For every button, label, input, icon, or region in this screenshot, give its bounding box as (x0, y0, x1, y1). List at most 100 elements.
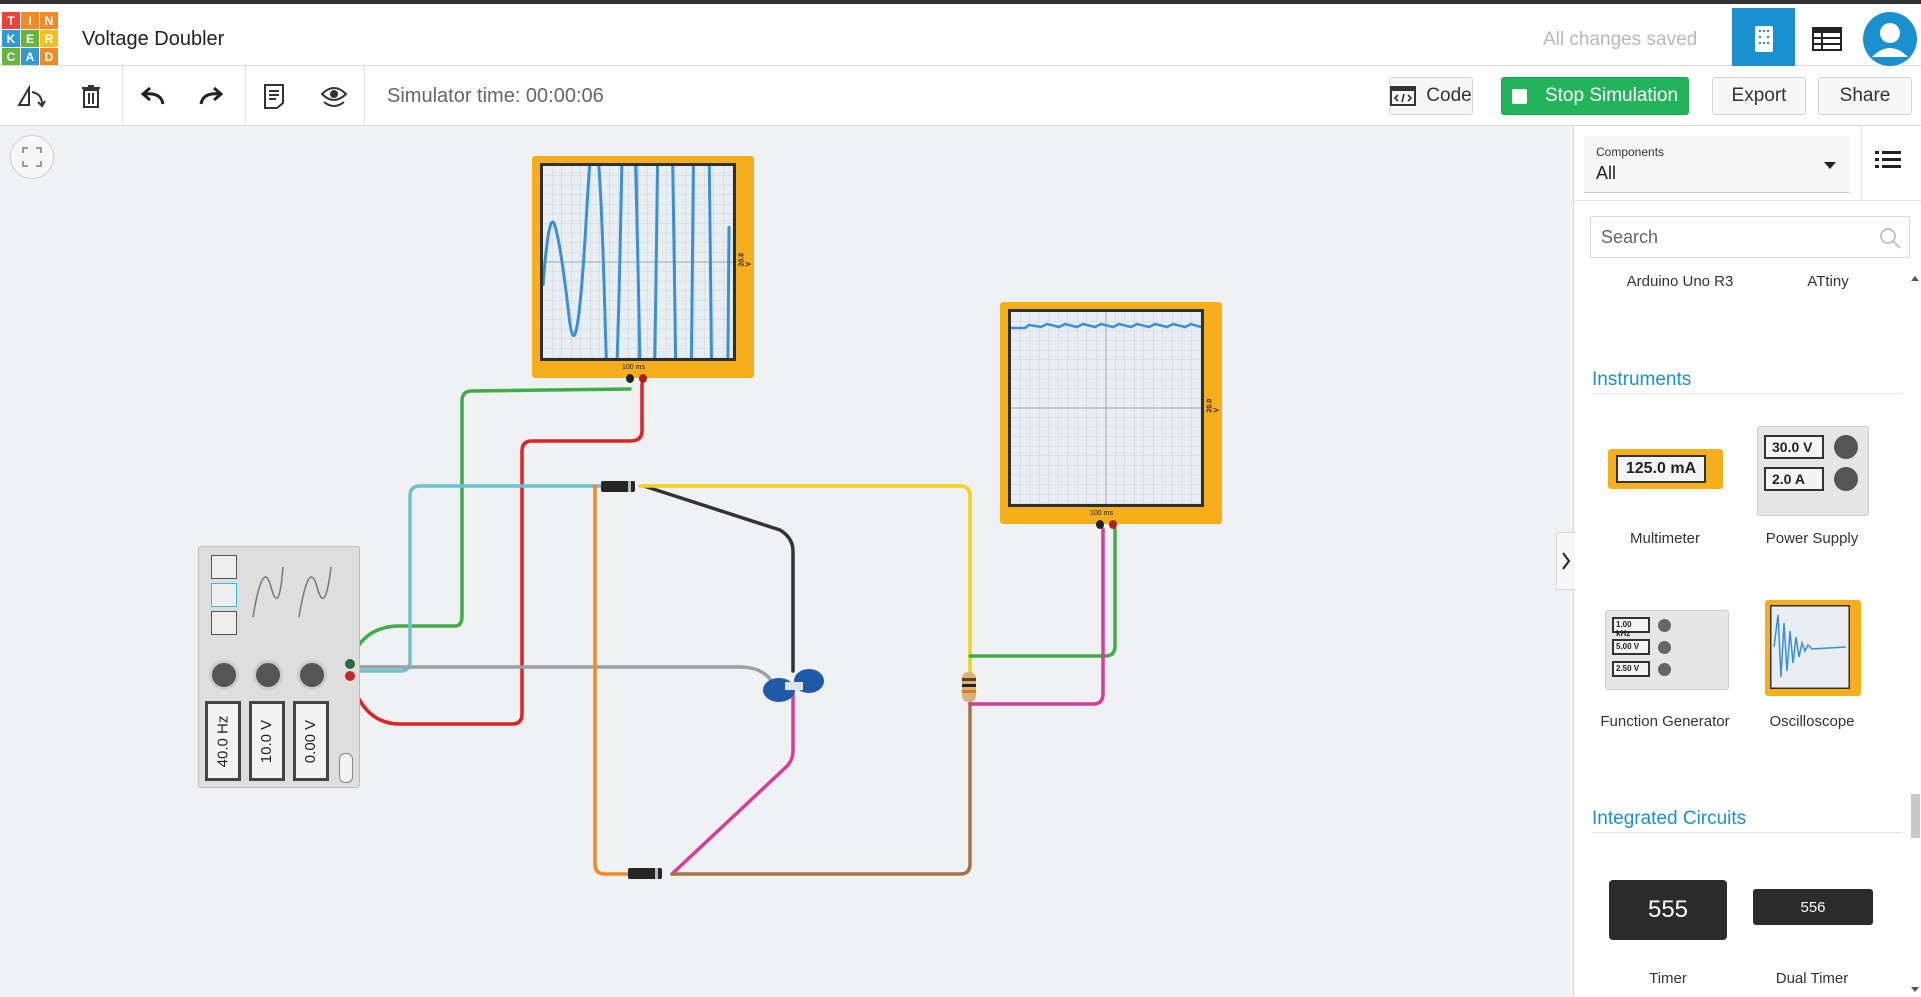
fg-thumb-amplitude: 5.00 V (1612, 639, 1650, 655)
ic-556-thumbnail[interactable]: 556 (1753, 889, 1873, 925)
share-button[interactable]: Share (1818, 77, 1912, 115)
oscilloscope-1-screen (540, 0, 736, 771)
component-arduino-uno[interactable]: Arduino Uno R3 (1605, 273, 1755, 290)
stop-simulation-button[interactable]: Stop Simulation (1501, 77, 1689, 115)
diode-band (655, 868, 658, 879)
wire-magenta-cap-diode (670, 692, 795, 876)
scope2-probe-pos[interactable] (1109, 520, 1117, 529)
fg-terminal-pos[interactable] (345, 659, 355, 669)
wire-green-scope2 (968, 527, 1117, 658)
scope1-probe-neg[interactable] (626, 374, 634, 383)
component-multimeter[interactable]: Multimeter (1590, 530, 1740, 547)
search-icon (1880, 228, 1901, 249)
component-power-supply[interactable]: Power Supply (1737, 530, 1887, 547)
search-field[interactable]: Search (1590, 216, 1910, 258)
ic-555-thumbnail[interactable]: 555 (1609, 880, 1727, 940)
circuit-view-button[interactable] (1732, 8, 1795, 70)
scrollbar-thumb[interactable] (1911, 794, 1920, 838)
toolbar-divider (364, 66, 365, 126)
power-supply-thumbnail[interactable]: 30.0 V 2.0 A (1757, 426, 1869, 516)
diode-top[interactable] (601, 481, 635, 492)
resistor-band (962, 678, 976, 681)
component-dual-timer[interactable]: Dual Timer (1737, 970, 1887, 987)
notes-button[interactable] (245, 66, 303, 126)
wire-magenta-scope2 (968, 527, 1105, 706)
frequency-value: 40.0 Hz (214, 715, 232, 767)
component-timer[interactable]: Timer (1593, 970, 1743, 987)
function-generator-thumbnail[interactable]: 1.00 kHz 5.00 V 2.50 V (1605, 610, 1729, 690)
ic-555-label: 555 (1647, 896, 1689, 923)
redo-button[interactable] (182, 66, 240, 126)
component-attiny[interactable]: ATtiny (1753, 273, 1903, 290)
export-button[interactable]: Export (1712, 77, 1806, 115)
logo-letter: A (21, 48, 39, 65)
scope1-probe-pos[interactable] (639, 374, 647, 383)
components-dropdown[interactable]: Components All (1584, 136, 1850, 193)
visibility-button[interactable] (305, 66, 363, 126)
resistor[interactable] (962, 672, 976, 702)
component-oscilloscope[interactable]: Oscilloscope (1737, 713, 1887, 730)
oscilloscope-2[interactable]: 20.0 V 100 ms (1000, 302, 1222, 529)
oscilloscope-1-timebase: 100 ms (622, 364, 645, 371)
wire-red-fg-to-scope (348, 382, 644, 726)
delete-button[interactable] (62, 66, 120, 126)
diode-bottom[interactable] (628, 868, 662, 879)
ceramic-capacitor[interactable] (757, 666, 829, 708)
fg-terminal-neg[interactable] (345, 671, 355, 681)
circuit-canvas[interactable]: 20.0 V 100 ms 20.0 V 100 ms 40.0 Hz 10.0… (0, 0, 1576, 997)
fg-thumb-frequency: 1.00 kHz (1612, 617, 1650, 638)
frequency-knob[interactable] (209, 660, 239, 690)
list-icon (1875, 151, 1901, 168)
rotate-button[interactable] (2, 66, 60, 126)
trash-icon (82, 85, 100, 108)
design-title[interactable]: Voltage Doubler (82, 28, 224, 51)
wire-gray (348, 665, 772, 681)
oscilloscope-1[interactable]: 20.0 V 100 ms (532, 0, 754, 771)
oscilloscope-2-timebase: 100 ms (1090, 510, 1113, 517)
wire-brown (670, 698, 972, 876)
oscilloscope-2-screen (1008, 309, 1204, 507)
toolbar: Simulator time: 00:00:06 Code Stop Simul… (0, 66, 1921, 126)
fg-thumb-offset: 2.50 V (1612, 661, 1650, 677)
multimeter-thumbnail[interactable]: 125.0 mA (1608, 449, 1723, 489)
code-button-label: Code (1426, 85, 1472, 106)
components-dropdown-value: All (1596, 163, 1617, 183)
offset-knob[interactable] (297, 660, 327, 690)
redo-icon (199, 86, 223, 105)
square-wave-button[interactable] (211, 583, 237, 607)
wire-orange (593, 484, 630, 876)
power-switch[interactable] (339, 753, 353, 783)
multimeter-reading: 125.0 mA (1616, 455, 1706, 483)
function-generator[interactable]: 40.0 Hz 10.0 V 0.00 V (198, 546, 360, 788)
list-view-button[interactable] (1875, 150, 1901, 175)
amplitude-knob[interactable] (253, 660, 283, 690)
logo-letter: N (40, 12, 58, 29)
code-button[interactable]: Code (1389, 77, 1473, 115)
logo-letter: C (2, 48, 20, 65)
component-function-generator[interactable]: Function Generator (1590, 713, 1740, 731)
stop-simulation-label: Stop Simulation (1544, 85, 1679, 106)
offset-display: 0.00 V (293, 701, 329, 781)
oscilloscope-1-scale: 20.0 V (738, 252, 753, 267)
undo-button[interactable] (124, 66, 182, 126)
search-placeholder: Search (1601, 227, 1659, 247)
components-panel: Components All Search Arduino Uno R3 ATt… (1575, 126, 1921, 997)
panel-scrollbar[interactable] (1910, 274, 1920, 994)
oscilloscope-thumbnail[interactable] (1765, 600, 1861, 696)
panel-toggle[interactable] (1556, 532, 1576, 590)
stop-icon (1511, 88, 1527, 104)
knob-icon (1658, 641, 1671, 654)
table-icon (1811, 27, 1842, 51)
tinkercad-logo[interactable]: T I N K E R C A D (2, 12, 58, 66)
scroll-up-icon (1911, 276, 1919, 281)
schematic-list-button[interactable] (1795, 8, 1858, 70)
user-avatar[interactable] (1858, 8, 1921, 70)
code-icon (1390, 86, 1417, 106)
scope2-probe-neg[interactable] (1096, 520, 1104, 529)
triangle-wave-button[interactable] (211, 611, 237, 635)
amplitude-value: 10.0 V (258, 719, 276, 763)
sine-wave-button[interactable] (211, 555, 237, 579)
oscilloscope-2-scale: 20.0 V (1206, 398, 1221, 413)
logo-letter: I (21, 12, 39, 29)
instruments-heading: Instruments (1592, 369, 1692, 390)
